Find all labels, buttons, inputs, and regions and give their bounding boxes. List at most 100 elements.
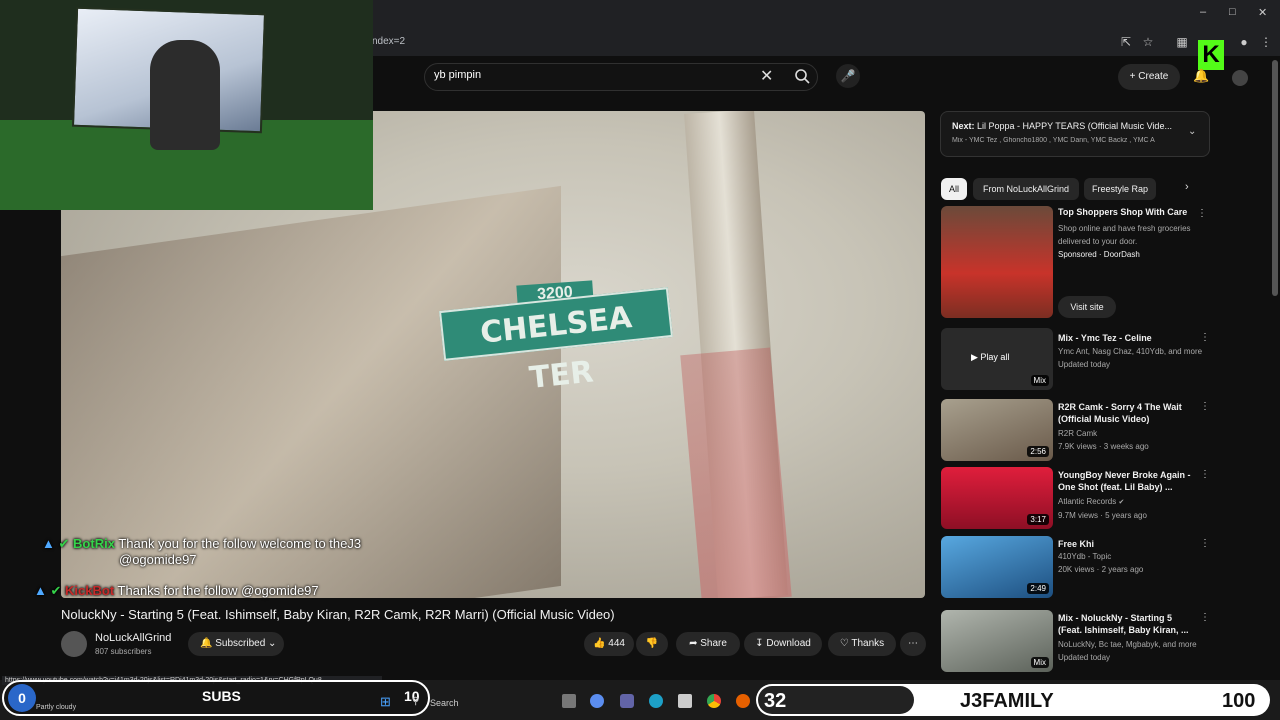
clear-search-icon[interactable]: ✕ <box>760 66 773 86</box>
weather-text: Partly cloudy <box>36 704 77 711</box>
rec-duration: 2:56 <box>1027 446 1049 457</box>
more-actions-icon[interactable]: ⋯ <box>900 632 926 656</box>
browser-menu-icon[interactable]: ⋮ <box>1258 34 1274 50</box>
notifications-icon[interactable]: 🔔 <box>1193 68 1209 84</box>
rec-menu-icon[interactable]: ⋮ <box>1200 469 1210 480</box>
page-scrollbar[interactable] <box>1272 60 1278 296</box>
chrome-icon[interactable] <box>707 694 721 708</box>
bot-badge-icon: ▲ <box>42 536 55 551</box>
rec-menu-icon[interactable]: ⋮ <box>1200 401 1210 412</box>
rec-thumbnail[interactable]: 3:17 <box>941 467 1053 529</box>
rec-meta-2: 9.7M views · 5 years ago <box>1058 511 1147 520</box>
rec-menu-icon[interactable]: ⋮ <box>1197 208 1207 219</box>
chip-from-channel[interactable]: From NoLuckAllGrind <box>973 178 1079 200</box>
maximize-icon[interactable]: □ <box>1229 6 1236 18</box>
dislike-button[interactable]: 👎 <box>636 632 668 656</box>
copilot-icon[interactable] <box>590 694 604 708</box>
webcam-overlay <box>0 0 373 210</box>
download-button[interactable]: ↧ Download <box>744 632 822 656</box>
firefox-icon[interactable] <box>736 694 750 708</box>
kick-logo-icon: K <box>1198 40 1224 70</box>
create-label: Create <box>1138 71 1169 82</box>
list-item[interactable]: Mix Mix - NoluckNy - Starting 5 (Feat. I… <box>941 610 1211 672</box>
chat-text: Thanks for the follow @ogomide97 <box>117 583 319 598</box>
rec-title[interactable]: Top Shoppers Shop With Care <box>1058 206 1196 218</box>
search-icon[interactable] <box>790 64 814 88</box>
rec-duration: Mix <box>1030 657 1049 668</box>
share-button[interactable]: ➦ Share <box>676 632 740 656</box>
store-icon[interactable] <box>678 694 692 708</box>
rec-thumbnail[interactable] <box>941 206 1053 318</box>
rec-meta-2: delivered to your door. <box>1058 237 1138 246</box>
create-button[interactable]: + Create <box>1118 64 1180 90</box>
chat-text-2: @ogomide97 <box>119 552 197 567</box>
rec-thumbnail[interactable]: 2:49 <box>941 536 1053 598</box>
mic-icon[interactable]: 🎤 <box>836 64 860 88</box>
windows-start-icon[interactable]: ⊞ <box>380 694 391 710</box>
extensions-icon[interactable]: ▦ <box>1174 34 1190 50</box>
up-next-sub: Mix - YMC Tez , Ghoncho1800 , YMC Dann, … <box>952 137 1155 144</box>
rec-thumbnail[interactable]: ▶ Play all Mix <box>941 328 1053 390</box>
play-all-label[interactable]: ▶ Play all <box>971 352 1009 363</box>
up-next-label: Next: <box>952 121 975 131</box>
download-label: Download <box>766 638 811 649</box>
rec-meta-2: 7.9K views · 3 weeks ago <box>1058 442 1149 451</box>
star-icon[interactable]: ☆ <box>1140 34 1156 50</box>
chip-freestyle-rap[interactable]: Freestyle Rap <box>1084 178 1156 200</box>
webcam-person <box>150 40 220 150</box>
minimize-icon[interactable]: – <box>1200 6 1206 18</box>
rec-thumbnail[interactable]: Mix <box>941 610 1053 672</box>
subscribed-button[interactable]: 🔔 Subscribed ⌄ <box>188 632 284 656</box>
rec-sponsor: Sponsored · DoorDash <box>1058 250 1140 259</box>
rec-menu-icon[interactable]: ⋮ <box>1200 612 1210 623</box>
address-bar[interactable]: ndex=2 <box>372 32 1112 52</box>
channel-avatar[interactable] <box>61 631 87 657</box>
chevron-down-icon[interactable]: ⌄ <box>1188 126 1196 137</box>
rec-title[interactable]: Mix - NoluckNy - Starting 5 (Feat. Ishim… <box>1058 612 1196 636</box>
rec-duration: 2:49 <box>1027 583 1049 594</box>
family-label: J3FAMILY <box>960 690 1054 712</box>
search-input[interactable]: yb pimpin <box>434 69 734 81</box>
rec-title[interactable]: R2R Camk - Sorry 4 The Wait (Official Mu… <box>1058 401 1196 425</box>
edge-icon[interactable] <box>649 694 663 708</box>
list-item[interactable]: 2:56 R2R Camk - Sorry 4 The Wait (Offici… <box>941 399 1211 461</box>
profile-icon[interactable]: ● <box>1236 34 1252 50</box>
rec-meta: Atlantic Records ✔ 9.7M views · 5 years a… <box>1058 495 1208 522</box>
verified-icon: ✔ <box>58 536 70 551</box>
visit-site-button[interactable]: Visit site <box>1058 296 1116 318</box>
list-item[interactable]: 3:17 YoungBoy Never Broke Again - One Sh… <box>941 467 1211 529</box>
channel-name[interactable]: NoLuckAllGrind <box>95 632 171 644</box>
task-view-icon[interactable] <box>562 694 576 708</box>
rec-title[interactable]: Free Khi <box>1058 538 1196 550</box>
list-item[interactable]: 2:49 Free Khi 410Ydb - Topic 20K views · … <box>941 536 1211 598</box>
rec-meta: Shop online and have fresh groceries deli… <box>1058 222 1208 261</box>
up-next-title: Lil Poppa - HAPPY TEARS (Official Music … <box>977 121 1172 131</box>
rec-title[interactable]: YoungBoy Never Broke Again - One Shot (f… <box>1058 469 1196 493</box>
taskbar-search[interactable]: Search <box>430 698 459 708</box>
teams-icon[interactable] <box>620 694 634 708</box>
install-icon[interactable]: ⇱ <box>1118 34 1134 50</box>
subs-left-count: 0 <box>8 684 36 712</box>
thanks-button[interactable]: ♡ Thanks <box>828 632 896 656</box>
bot-badge-icon: ▲ <box>34 583 47 598</box>
chip-all[interactable]: All <box>941 178 967 200</box>
rec-thumbnail[interactable]: 2:56 <box>941 399 1053 461</box>
close-icon[interactable]: ✕ <box>1258 6 1267 19</box>
rec-meta-2: Updated today <box>1058 360 1111 369</box>
verified-icon: ✔ <box>50 583 62 598</box>
rec-title[interactable]: Mix - Ymc Tez - Celine <box>1058 332 1196 344</box>
avatar[interactable] <box>1232 70 1248 86</box>
taskbar-search-icon[interactable]: ⚲ <box>412 696 419 707</box>
chip-next-icon[interactable]: › <box>1185 181 1189 193</box>
channel-subscribers: 807 subscribers <box>95 647 152 656</box>
list-item[interactable]: Top Shoppers Shop With Care Shop online … <box>941 206 1211 318</box>
rec-meta-1: R2R Camk <box>1058 429 1098 438</box>
rec-menu-icon[interactable]: ⋮ <box>1200 538 1210 549</box>
chat-message-2: ▲ ✔ KickBot Thanks for the follow @ogomi… <box>34 583 394 599</box>
up-next-card[interactable]: Next: Lil Poppa - HAPPY TEARS (Official … <box>940 111 1210 157</box>
rec-menu-icon[interactable]: ⋮ <box>1200 332 1210 343</box>
family-count: 32 <box>764 690 787 712</box>
like-button[interactable]: 👍 444 <box>584 632 634 656</box>
subs-overlay: 0 Partly cloudy SUBS 10 <box>2 680 430 716</box>
list-item[interactable]: ▶ Play all Mix Mix - Ymc Tez - Celine Ym… <box>941 328 1211 392</box>
